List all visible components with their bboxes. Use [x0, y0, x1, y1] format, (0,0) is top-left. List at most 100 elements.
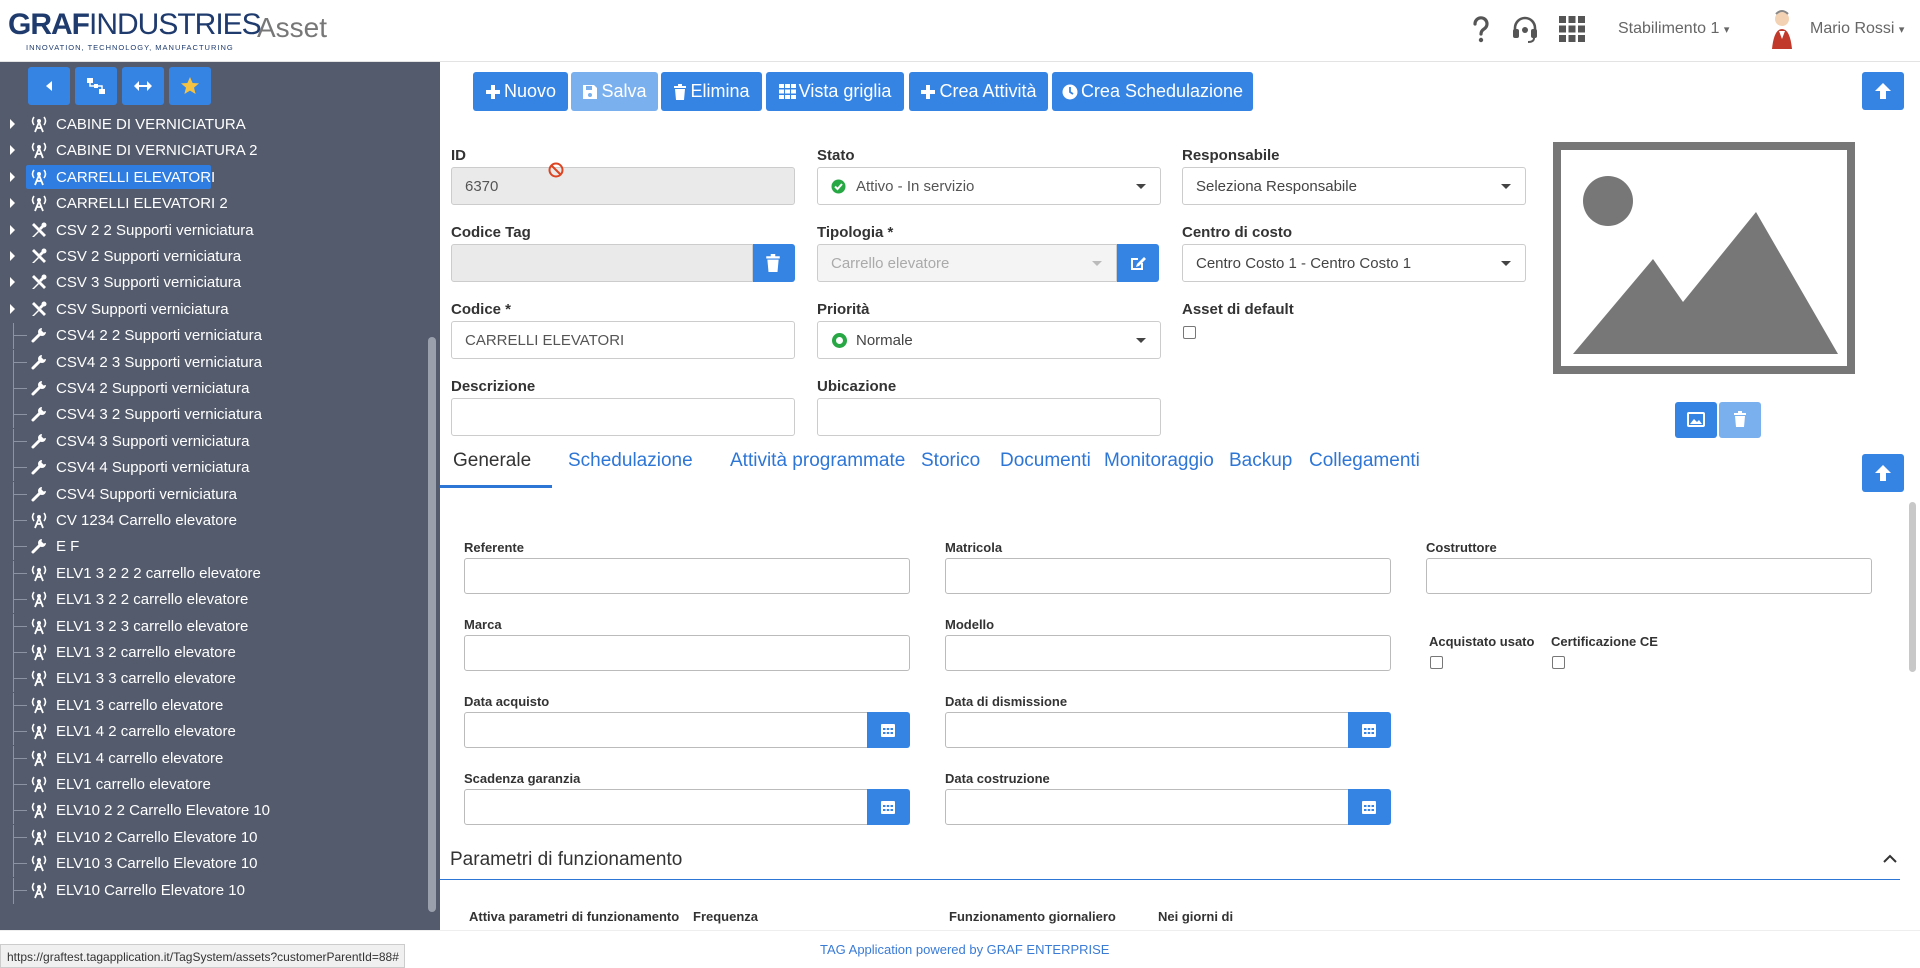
user-menu[interactable]: Mario Rossi ▾	[1810, 20, 1904, 38]
tree-node[interactable]: CSV 2 2 Supporti verniciatura	[0, 218, 424, 242]
collapse-sidebar-button[interactable]	[28, 67, 70, 105]
tree-node[interactable]: ELV1 4 2 carrello elevatore	[0, 719, 424, 746]
headset-icon[interactable]	[1510, 14, 1540, 44]
sidebar-scrollbar[interactable]	[428, 337, 436, 912]
serial-number-input[interactable]	[945, 558, 1391, 594]
tree-node[interactable]: CSV4 4 Supporti verniciatura	[0, 455, 424, 482]
decommission-date-calendar-button[interactable]	[1348, 712, 1391, 748]
build-date-calendar-button[interactable]	[1348, 789, 1391, 825]
tree-node[interactable]: E F	[0, 534, 424, 561]
tree-node[interactable]: ELV1 3 2 carrello elevatore	[0, 640, 424, 666]
main-scrollbar[interactable]	[1909, 502, 1916, 672]
tab-documenti[interactable]: Documenti	[1000, 442, 1091, 488]
ce-certification-checkbox[interactable]	[1552, 656, 1565, 669]
type-select[interactable]: Carrello elevatore	[817, 244, 1117, 282]
expand-width-button[interactable]	[122, 67, 164, 105]
expand-caret-icon[interactable]	[10, 119, 15, 129]
tree-node[interactable]: ELV1 3 2 3 carrello elevatore	[0, 613, 424, 640]
favorites-button[interactable]	[169, 67, 211, 105]
tab-generale[interactable]: Generale	[453, 442, 531, 488]
tab-collegamenti[interactable]: Collegamenti	[1309, 442, 1420, 488]
cost-center-select[interactable]: Centro Costo 1 - Centro Costo 1	[1182, 244, 1526, 282]
avatar[interactable]	[1766, 9, 1798, 51]
tree-node[interactable]: ELV1 3 3 carrello elevatore	[0, 666, 424, 693]
tree-node[interactable]: CSV4 Supporti verniciatura	[0, 481, 424, 508]
tab-storico[interactable]: Storico	[921, 442, 980, 488]
create-activity-button[interactable]: Crea Attività	[909, 72, 1048, 111]
status-select[interactable]: Attivo - In servizio	[817, 167, 1161, 205]
model-input[interactable]	[945, 635, 1391, 671]
tree-node[interactable]: ELV1 3 carrello elevatore	[0, 692, 424, 719]
grid-view-button[interactable]: Vista griglia	[766, 72, 904, 111]
manufacturer-input[interactable]	[1426, 558, 1872, 594]
apps-grid-icon[interactable]	[1557, 14, 1587, 44]
tab-backup[interactable]: Backup	[1229, 442, 1292, 488]
purchase-date-calendar-button[interactable]	[867, 712, 910, 748]
purchase-date-input[interactable]	[464, 712, 868, 748]
company-logo[interactable]: GRAFINDUSTRIES INNOVATION, TECHNOLOGY, M…	[8, 9, 262, 53]
clear-tag-code-button[interactable]	[753, 244, 795, 282]
warranty-expiry-calendar-button[interactable]	[867, 789, 910, 825]
tree-node[interactable]: ELV10 3 Carrello Elevatore 10	[0, 851, 424, 878]
default-asset-checkbox[interactable]	[1183, 326, 1196, 339]
tree-node[interactable]: CV 1234 Carrello elevatore	[0, 508, 424, 534]
tree-node[interactable]: CSV4 2 2 Supporti verniciatura	[0, 323, 424, 350]
help-icon[interactable]	[1466, 14, 1496, 44]
delete-button[interactable]: Elimina	[661, 72, 762, 111]
scroll-top-button[interactable]	[1862, 72, 1904, 110]
expand-caret-icon[interactable]	[10, 303, 15, 314]
tab-monitoraggio[interactable]: Monitoraggio	[1104, 442, 1214, 488]
expand-horizontal-icon	[134, 81, 152, 91]
tree-node[interactable]: CARRELLI ELEVATORI	[0, 164, 424, 189]
new-button[interactable]: Nuovo	[473, 72, 568, 111]
tree-node[interactable]: ELV10 2 2 Carrello Elevatore 10	[0, 798, 424, 825]
expand-caret-icon[interactable]	[10, 251, 15, 261]
expand-caret-icon[interactable]	[10, 171, 15, 182]
referent-input[interactable]	[464, 558, 910, 594]
tree-node[interactable]: CSV4 2 3 Supporti verniciatura	[0, 349, 424, 376]
location-input[interactable]	[817, 398, 1161, 436]
tree-node[interactable]: CSV4 2 Supporti verniciatura	[0, 376, 424, 402]
tree-node[interactable]: ELV1 4 carrello elevatore	[0, 745, 424, 772]
description-input[interactable]	[451, 398, 795, 436]
plant-selector[interactable]: Stabilimento 1 ▾	[1618, 20, 1729, 38]
tab-schedulazione[interactable]: Schedulazione	[568, 442, 693, 488]
tree-node[interactable]: CARRELLI ELEVATORI 2	[0, 191, 424, 215]
id-field[interactable]: 6370	[451, 167, 795, 205]
tab-attivit-programmate[interactable]: Attività programmate	[730, 442, 905, 488]
responsible-select[interactable]: Seleziona Responsabile	[1182, 167, 1526, 205]
tree-node[interactable]: CSV4 3 Supporti verniciatura	[0, 428, 424, 455]
decommission-date-input[interactable]	[945, 712, 1349, 748]
hierarchy-button[interactable]	[75, 67, 117, 105]
expand-caret-icon[interactable]	[10, 224, 15, 235]
upload-image-button[interactable]	[1675, 402, 1717, 438]
warranty-expiry-input[interactable]	[464, 789, 868, 825]
scroll-top-button-2[interactable]	[1862, 454, 1904, 492]
expand-caret-icon[interactable]	[10, 145, 15, 156]
expand-caret-icon[interactable]	[10, 198, 15, 209]
tree-node[interactable]: CSV4 3 2 Supporti verniciatura	[0, 402, 424, 429]
code-input[interactable]: CARRELLI ELEVATORI	[451, 321, 795, 359]
expand-caret-icon[interactable]	[10, 277, 15, 288]
brand-input[interactable]	[464, 635, 910, 671]
tree-node[interactable]: CSV Supporti verniciatura	[0, 297, 424, 321]
tree-node[interactable]: CABINE DI VERNICIATURA	[0, 112, 424, 136]
build-date-input[interactable]	[945, 789, 1349, 825]
tree-node[interactable]: ELV1 3 2 2 2 carrello elevatore	[0, 560, 424, 587]
create-schedule-button[interactable]: Crea Schedulazione	[1052, 72, 1253, 111]
tree-node[interactable]: ELV1 3 2 2 carrello elevatore	[0, 587, 424, 614]
tree-node[interactable]: CABINE DI VERNICIATURA 2	[0, 138, 424, 162]
priority-select[interactable]: Normale	[817, 321, 1161, 359]
edit-type-button[interactable]	[1117, 244, 1159, 282]
save-button[interactable]: Salva	[571, 72, 658, 111]
delete-image-button[interactable]	[1719, 402, 1761, 438]
wrench-icon	[30, 379, 48, 397]
tree-node[interactable]: CSV 2 Supporti verniciatura	[0, 244, 424, 268]
tag-code-field[interactable]	[451, 244, 753, 282]
tree-node[interactable]: ELV10 2 Carrello Elevatore 10	[0, 824, 424, 851]
tree-node[interactable]: ELV10 Carrello Elevatore 10	[0, 877, 424, 904]
bought-used-checkbox[interactable]	[1430, 656, 1443, 669]
chevron-up-icon[interactable]	[1883, 854, 1897, 864]
tree-node[interactable]: CSV 3 Supporti verniciatura	[0, 270, 424, 294]
tree-node[interactable]: ELV1 carrello elevatore	[0, 772, 424, 798]
